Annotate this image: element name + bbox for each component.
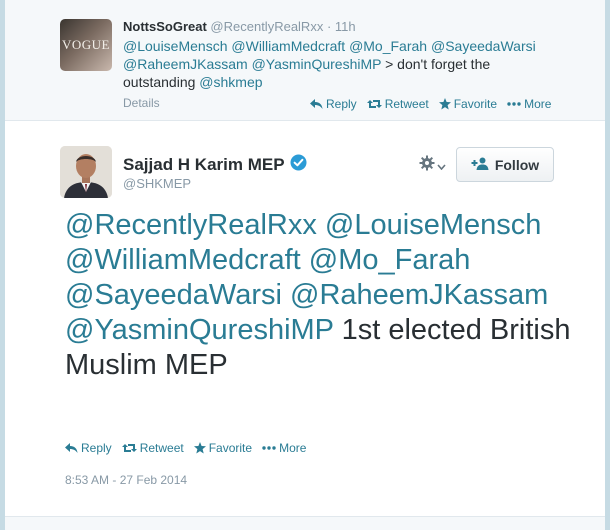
retweet-button[interactable]: Retweet — [121, 441, 184, 455]
tweet-conversation-card: VOGUE NottsSoGreat @RecentlyRealRxx · 11… — [5, 0, 605, 530]
avatar-logo-text: VOGUE — [62, 37, 110, 52]
add-user-icon — [471, 157, 489, 173]
favorite-label: Favorite — [453, 97, 498, 111]
verified-badge-icon — [290, 154, 307, 176]
retweet-label: Retweet — [384, 97, 429, 111]
profile-photo — [60, 146, 112, 198]
user-actions-menu[interactable] — [419, 155, 446, 176]
avatar[interactable]: VOGUE — [60, 19, 112, 71]
follow-label: Follow — [494, 156, 540, 173]
mention-link[interactable]: @WilliamMedcraft — [65, 244, 301, 276]
favorite-label: Favorite — [208, 441, 253, 455]
reply-button[interactable]: Reply — [65, 441, 112, 455]
mention-link[interactable]: @RecentlyRealRxx — [65, 209, 317, 241]
tweet-text-segment — [317, 209, 325, 241]
author-name-row: Sajjad H Karim MEP — [123, 154, 307, 176]
more-label: More — [524, 97, 552, 111]
retweet-label: Retweet — [139, 441, 184, 455]
tweet-time[interactable]: 11h — [335, 19, 356, 34]
reply-tweet: VOGUE NottsSoGreat @RecentlyRealRxx · 11… — [5, 0, 605, 121]
mention-link[interactable]: @RaheemJKassam — [123, 56, 248, 72]
dots-icon — [262, 446, 276, 450]
tweet-text-segment — [301, 244, 309, 276]
tweet-timestamp[interactable]: 8:53 AM - 27 Feb 2014 — [65, 473, 187, 487]
reply-arrow-icon — [65, 442, 78, 454]
retweet-icon — [121, 443, 137, 453]
favorite-button[interactable]: Favorite — [193, 441, 253, 455]
dots-icon — [507, 102, 521, 106]
author-handle[interactable]: @RecentlyRealRxx — [210, 19, 323, 34]
tweet-text-segment — [282, 279, 290, 311]
mention-link[interactable]: @SayeedaWarsi — [65, 279, 282, 311]
author-name[interactable]: NottsSoGreat — [123, 19, 207, 34]
tweet-actions: Reply Retweet Favorite More — [65, 441, 306, 455]
tweet-text: @RecentlyRealRxx @LouiseMensch @WilliamM… — [65, 208, 595, 383]
gear-icon — [419, 155, 435, 176]
mention-link[interactable]: @SayeedaWarsi — [431, 38, 536, 54]
mention-link[interactable]: @LouiseMensch — [123, 38, 228, 54]
more-label: More — [279, 441, 307, 455]
chevron-down-icon — [437, 157, 446, 175]
author-handle[interactable]: @SHKMEP — [123, 176, 191, 191]
mention-link[interactable]: @YasminQureshiMP — [65, 314, 334, 346]
mention-link[interactable]: @Mo_Farah — [309, 244, 471, 276]
follow-button[interactable]: Follow — [456, 147, 554, 182]
reply-arrow-icon — [310, 98, 323, 110]
details-link[interactable]: Details — [123, 96, 160, 110]
reply-header: NottsSoGreat @RecentlyRealRxx · 11h — [123, 19, 356, 34]
reply-button[interactable]: Reply — [310, 97, 357, 111]
star-icon — [438, 98, 451, 110]
reply-label: Reply — [326, 97, 357, 111]
tweet-text: @LouiseMensch @WilliamMedcraft @Mo_Farah… — [123, 37, 563, 91]
retweet-button[interactable]: Retweet — [366, 97, 429, 111]
retweet-icon — [366, 99, 382, 109]
more-button[interactable]: More — [507, 97, 551, 111]
mention-link[interactable]: @LouiseMensch — [325, 209, 541, 241]
mention-link[interactable]: @YasminQureshiMP — [252, 56, 382, 72]
author-name[interactable]: Sajjad H Karim MEP — [123, 155, 285, 175]
mention-link[interactable]: @WilliamMedcraft — [231, 38, 345, 54]
reply-label: Reply — [81, 441, 112, 455]
tweet-actions: Reply Retweet Favorite More — [310, 97, 551, 111]
star-icon — [193, 442, 206, 454]
next-tweet-divider — [5, 516, 605, 530]
more-button[interactable]: More — [262, 441, 306, 455]
avatar[interactable] — [60, 146, 112, 198]
main-tweet: Sajjad H Karim MEP @SHKMEP Follow @Recen… — [5, 122, 605, 517]
favorite-button[interactable]: Favorite — [438, 97, 498, 111]
time-separator: · — [326, 19, 332, 34]
mention-link[interactable]: @Mo_Farah — [349, 38, 427, 54]
mention-link[interactable]: @shkmep — [199, 74, 262, 90]
mention-link[interactable]: @RaheemJKassam — [290, 279, 548, 311]
